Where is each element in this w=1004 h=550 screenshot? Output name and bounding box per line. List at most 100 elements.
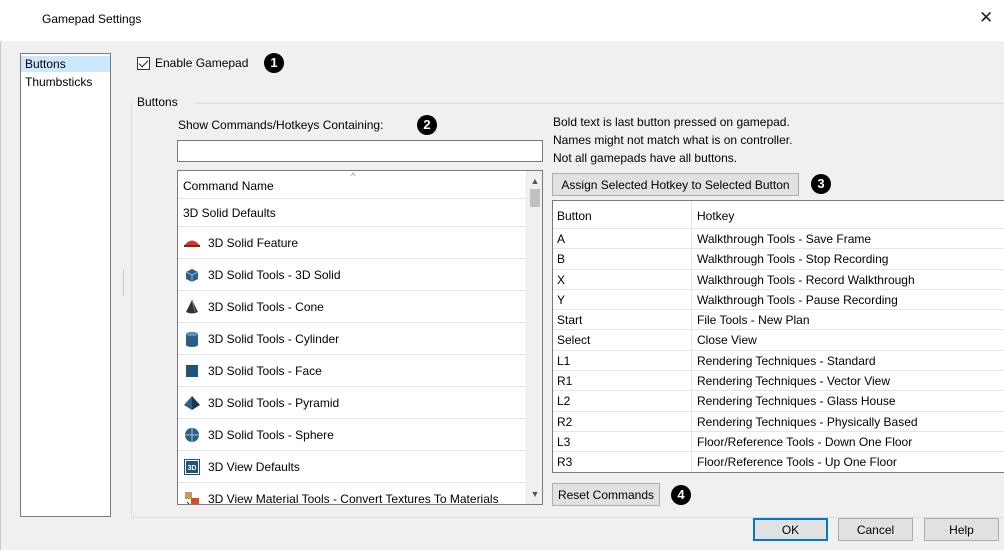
close-icon[interactable]: ✕	[979, 8, 993, 28]
info-line-2: Names might not match what is on control…	[553, 133, 793, 147]
command-list[interactable]: Command Name ^ 3D Solid Defaults 3D Soli…	[177, 170, 543, 505]
table-row[interactable]: Start File Tools - New Plan	[553, 310, 1004, 331]
ok-button[interactable]: OK	[753, 518, 828, 541]
splitter-handle[interactable]	[123, 270, 124, 296]
convert-textures-icon	[183, 490, 201, 504]
sphere-icon	[183, 426, 201, 444]
button-cell: L1	[557, 353, 571, 368]
enable-gamepad-checkbox[interactable]	[137, 56, 150, 70]
list-item[interactable]: 3D Solid Defaults	[178, 199, 526, 227]
button-cell: Select	[557, 333, 591, 348]
scroll-down-arrow-icon[interactable]: ▼	[527, 486, 542, 502]
table-row[interactable]: L1 Rendering Techniques - Standard	[553, 351, 1004, 372]
hotkey-cell: Rendering Techniques - Standard	[697, 353, 876, 368]
hotkey-cell: Walkthrough Tools - Save Frame	[697, 232, 872, 246]
list-item[interactable]: 3D Solid Tools - Sphere	[178, 419, 526, 451]
button-cell: X	[557, 272, 566, 287]
command-name-column-header[interactable]: Command Name ^	[178, 171, 526, 199]
sidebar-item-thumbsticks[interactable]: Thumbsticks	[21, 74, 110, 90]
help-button[interactable]: Help	[924, 518, 999, 541]
hotkey-table[interactable]: Button Hotkey A Walkthrough Tools - Save …	[552, 200, 1004, 473]
buttons-group-label: Buttons	[137, 95, 182, 109]
table-row[interactable]: L3 Floor/Reference Tools - Down One Floor	[553, 432, 1004, 453]
pyramid-icon	[183, 394, 201, 412]
group-border-left	[131, 103, 132, 518]
command-label: 3D View Material Tools - Convert Texture…	[208, 491, 499, 505]
command-label: 3D Solid Tools - Pyramid	[208, 395, 340, 410]
list-item[interactable]: 3D Solid Tools - Cylinder	[178, 323, 526, 355]
button-cell: Start	[557, 313, 583, 328]
reset-commands-button[interactable]: Reset Commands	[552, 483, 660, 506]
table-row[interactable]: Y Walkthrough Tools - Pause Recording	[553, 290, 1004, 311]
cancel-button[interactable]: Cancel	[838, 518, 913, 541]
title-bar: Gamepad Settings ✕	[0, 0, 1004, 41]
command-label: 3D Solid Feature	[208, 235, 299, 250]
table-row[interactable]: B Walkthrough Tools - Stop Recording	[553, 249, 1004, 270]
group-border-top	[195, 103, 1004, 104]
sidebar-item-buttons[interactable]: Buttons	[21, 56, 110, 72]
table-row[interactable]: R1 Rendering Techniques - Vector View	[553, 371, 1004, 392]
table-row[interactable]: L2 Rendering Techniques - Glass House	[553, 391, 1004, 412]
info-line-3: Not all gamepads have all buttons.	[553, 151, 738, 165]
command-label: 3D Solid Tools - Sphere	[208, 427, 334, 442]
svg-text:3D: 3D	[188, 465, 197, 472]
button-cell: R3	[557, 455, 573, 470]
list-item[interactable]: 3D Solid Tools - Pyramid	[178, 387, 526, 419]
button-cell: R2	[557, 414, 573, 429]
hotkey-cell: Walkthrough Tools - Pause Recording	[697, 292, 898, 307]
solid-cube-icon	[183, 266, 201, 284]
hotkey-cell: Floor/Reference Tools - Up One Floor	[697, 455, 897, 470]
list-item[interactable]: 3D Solid Tools - Face	[178, 355, 526, 387]
list-item[interactable]: 3D Solid Tools - 3D Solid	[178, 259, 526, 291]
hotkey-cell: Walkthrough Tools - Stop Recording	[697, 252, 889, 267]
hotkey-cell: Rendering Techniques - Glass House	[697, 394, 896, 409]
scroll-up-arrow-icon[interactable]: ▲	[527, 173, 542, 189]
hotkey-cell: Floor/Reference Tools - Down One Floor	[697, 434, 913, 449]
table-row[interactable]: R3 Floor/Reference Tools - Up One Floor	[553, 452, 1004, 472]
list-item[interactable]: 3D Solid Feature	[178, 227, 526, 259]
command-list-scrollbar[interactable]: ▲ ▼	[526, 171, 542, 504]
window-border	[0, 41, 1, 550]
hotkey-table-header: Button Hotkey	[553, 201, 1004, 229]
assign-hotkey-button[interactable]: Assign Selected Hotkey to Selected Butto…	[552, 173, 799, 196]
gamepad-info-text: Bold text is last button pressed on game…	[553, 113, 792, 167]
table-row[interactable]: R2 Rendering Techniques - Physically Base…	[553, 412, 1004, 432]
button-cell: B	[557, 252, 566, 267]
hotkey-cell: Walkthrough Tools - Record Walkthrough	[697, 272, 915, 287]
hotkey-cell: Close View	[697, 333, 757, 348]
button-cell: L3	[557, 434, 571, 449]
window-title: Gamepad Settings	[42, 12, 142, 26]
list-item[interactable]: 3D 3D View Defaults	[178, 451, 526, 483]
settings-category-list[interactable]: Buttons Thumbsticks	[20, 53, 111, 517]
button-cell: L2	[557, 394, 571, 409]
table-row[interactable]: Select Close View	[553, 330, 1004, 351]
info-line-1: Bold text is last button pressed on game…	[553, 115, 790, 129]
filter-label: Show Commands/Hotkeys Containing:	[178, 118, 384, 132]
hotkey-cell: Rendering Techniques - Physically Based	[697, 414, 918, 429]
list-item[interactable]: 3D Solid Tools - Cone	[178, 291, 526, 323]
command-label: 3D Solid Defaults	[183, 205, 276, 220]
command-label: 3D Solid Tools - Cylinder	[208, 331, 340, 346]
command-label: 3D Solid Tools - Cone	[208, 299, 324, 314]
3d-view-defaults-icon: 3D	[183, 458, 201, 476]
scrollbar-thumb[interactable]	[530, 189, 540, 207]
callout-2: 2	[417, 115, 437, 135]
hotkey-cell: Rendering Techniques - Vector View	[697, 374, 891, 389]
command-filter-input[interactable]	[177, 140, 543, 162]
column-header-button[interactable]: Button	[557, 209, 592, 223]
command-name-header-label: Command Name	[183, 179, 274, 193]
callout-3: 3	[811, 174, 831, 194]
enable-gamepad-label[interactable]: Enable Gamepad	[155, 56, 248, 70]
callout-1: 1	[264, 53, 284, 73]
column-header-hotkey[interactable]: Hotkey	[697, 209, 734, 223]
face-icon	[183, 362, 201, 380]
button-cell: R1	[557, 374, 573, 389]
enable-gamepad-row[interactable]: Enable Gamepad	[137, 56, 248, 70]
table-row[interactable]: X Walkthrough Tools - Record Walkthrough	[553, 270, 1004, 290]
solid-feature-icon	[183, 234, 201, 252]
button-cell: A	[557, 232, 566, 246]
table-row[interactable]: A Walkthrough Tools - Save Frame	[553, 229, 1004, 250]
sort-ascending-icon: ^	[351, 171, 356, 181]
command-label: 3D View Defaults	[208, 459, 300, 474]
list-item[interactable]: 3D View Material Tools - Convert Texture…	[178, 483, 526, 505]
